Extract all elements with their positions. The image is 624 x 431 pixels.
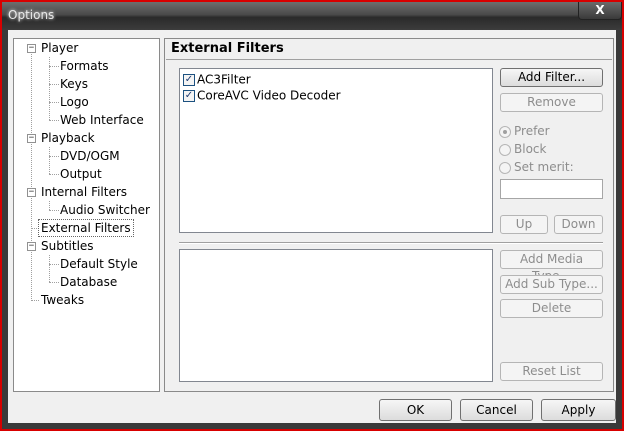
up-button[interactable]: Up bbox=[500, 215, 548, 234]
collapse-icon[interactable]: − bbox=[27, 44, 36, 53]
tree-item-formats[interactable]: Formats bbox=[58, 57, 111, 75]
filter-item[interactable]: ✓ AC3Filter bbox=[183, 71, 251, 87]
tree-item-internal-filters[interactable]: Internal Filters bbox=[39, 183, 129, 201]
add-filter-button[interactable]: Add Filter... bbox=[500, 68, 603, 87]
collapse-icon[interactable]: − bbox=[27, 242, 36, 251]
tree-line bbox=[49, 147, 50, 174]
tree-item-default-style[interactable]: Default Style bbox=[58, 255, 140, 273]
reset-list-button[interactable]: Reset List bbox=[500, 362, 603, 381]
set-merit-option[interactable]: Set merit: bbox=[499, 159, 574, 175]
tree-line bbox=[49, 201, 50, 210]
tree-item-external-filters[interactable]: External Filters bbox=[38, 219, 134, 237]
set-merit-radio[interactable] bbox=[499, 161, 511, 174]
block-radio[interactable] bbox=[499, 143, 511, 156]
close-icon: X bbox=[595, 3, 605, 17]
down-button[interactable]: Down bbox=[554, 215, 603, 234]
cancel-button[interactable]: Cancel bbox=[460, 399, 533, 421]
collapse-icon[interactable]: − bbox=[27, 134, 36, 143]
ok-button[interactable]: OK bbox=[379, 399, 452, 421]
apply-button[interactable]: Apply bbox=[541, 399, 616, 421]
section-divider bbox=[179, 242, 603, 244]
options-window: Options X − − − − Player Formats Keys Lo… bbox=[0, 0, 624, 431]
external-filters-page: External Filters ✓ AC3Filter ✓ CoreAVC Vid… bbox=[164, 38, 614, 392]
tree-item-dvd-ogm[interactable]: DVD/OGM bbox=[58, 147, 122, 165]
options-tree[interactable]: − − − − Player Formats Keys Logo Web Int… bbox=[13, 38, 160, 392]
filter-checkbox[interactable]: ✓ bbox=[183, 89, 195, 102]
window-title: Options bbox=[8, 8, 55, 22]
close-button[interactable]: X bbox=[578, 2, 622, 20]
filter-label: CoreAVC Video Decoder bbox=[197, 88, 341, 103]
tree-item-subtitles[interactable]: Subtitles bbox=[39, 237, 96, 255]
collapse-icon[interactable]: − bbox=[27, 188, 36, 197]
tree-item-player[interactable]: Player bbox=[39, 39, 80, 57]
window-frame-right bbox=[616, 30, 622, 429]
title-divider bbox=[166, 59, 612, 60]
set-merit-label: Set merit: bbox=[514, 160, 574, 174]
filter-item[interactable]: ✓ CoreAVC Video Decoder bbox=[183, 87, 341, 103]
window-frame-left bbox=[2, 30, 8, 429]
prefer-option[interactable]: Prefer bbox=[499, 123, 550, 139]
media-type-list[interactable] bbox=[179, 249, 493, 382]
block-label: Block bbox=[514, 142, 547, 156]
merit-input[interactable] bbox=[500, 179, 603, 199]
filter-label: AC3Filter bbox=[197, 72, 251, 87]
prefer-label: Prefer bbox=[514, 124, 550, 138]
tree-item-logo[interactable]: Logo bbox=[58, 93, 91, 111]
block-option[interactable]: Block bbox=[499, 141, 546, 157]
add-sub-type-button[interactable]: Add Sub Type... bbox=[500, 275, 603, 294]
window-frame-bottom bbox=[2, 423, 622, 429]
tree-item-output[interactable]: Output bbox=[58, 165, 104, 183]
tree-item-keys[interactable]: Keys bbox=[58, 75, 90, 93]
tree-item-audio-switcher[interactable]: Audio Switcher bbox=[58, 201, 152, 219]
delete-button[interactable]: Delete bbox=[500, 299, 603, 318]
tree-line bbox=[31, 47, 32, 301]
tree-item-database[interactable]: Database bbox=[58, 273, 119, 291]
title-bar[interactable]: Options X bbox=[2, 2, 622, 30]
tree-line bbox=[49, 255, 50, 282]
tree-item-tweaks[interactable]: Tweaks bbox=[39, 291, 86, 309]
tree-line bbox=[31, 300, 39, 301]
remove-button[interactable]: Remove bbox=[500, 93, 603, 112]
tree-item-web-interface[interactable]: Web Interface bbox=[58, 111, 146, 129]
tree-item-playback[interactable]: Playback bbox=[39, 129, 97, 147]
page-title: External Filters bbox=[171, 41, 284, 56]
filter-list[interactable]: ✓ AC3Filter ✓ CoreAVC Video Decoder bbox=[179, 68, 493, 233]
filter-checkbox[interactable]: ✓ bbox=[183, 73, 195, 86]
prefer-radio[interactable] bbox=[499, 125, 511, 138]
add-media-type-button[interactable]: Add Media Type... bbox=[500, 250, 603, 283]
